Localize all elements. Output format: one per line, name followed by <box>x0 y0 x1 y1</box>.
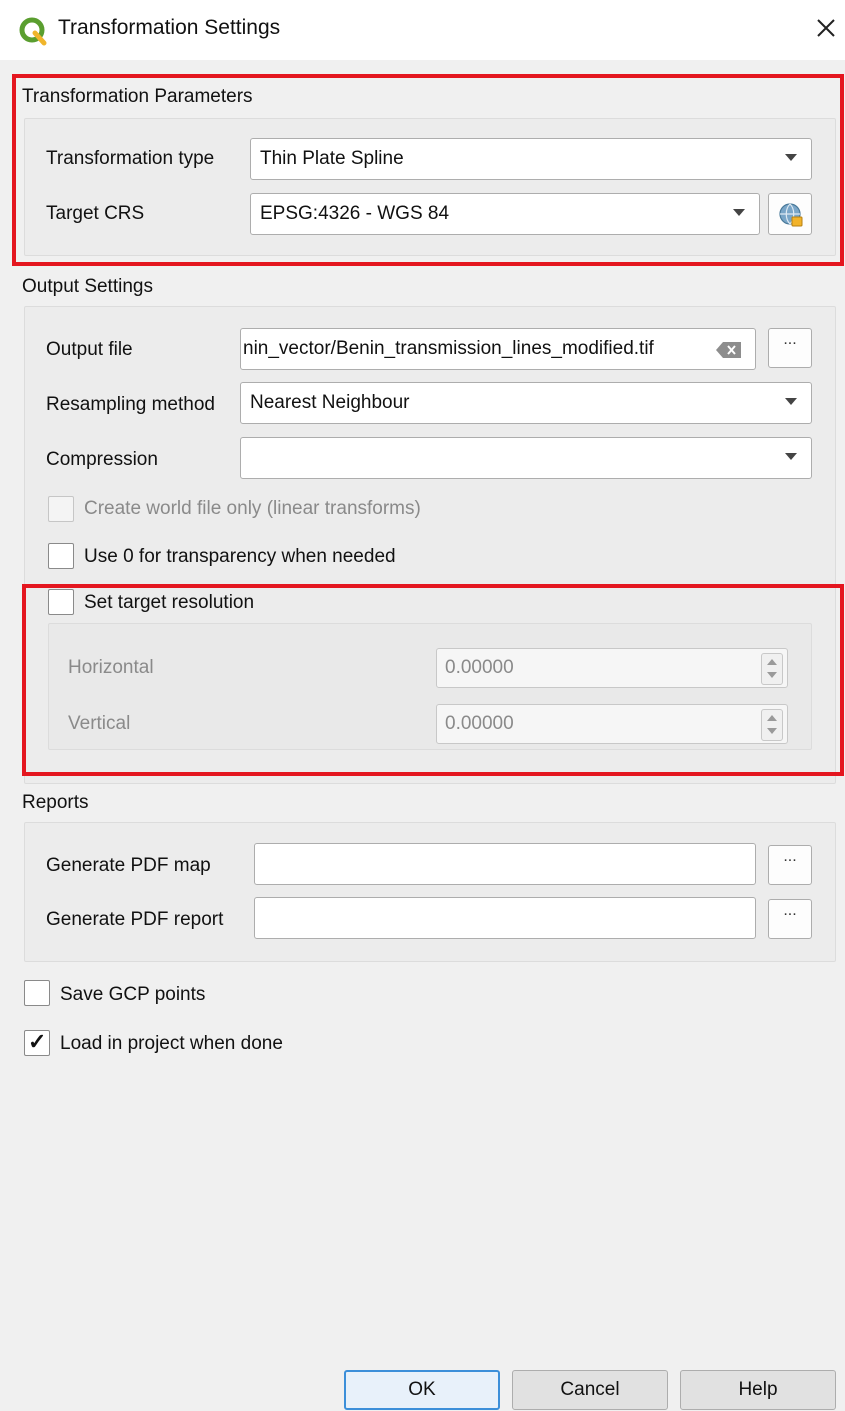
transformation-parameters-heading: Transformation Parameters <box>22 86 253 107</box>
vertical-label: Vertical <box>68 713 131 734</box>
target-resolution-checkbox[interactable] <box>48 589 74 615</box>
transformation-type-label: Transformation type <box>46 148 215 169</box>
resampling-method-select[interactable]: Nearest Neighbour <box>240 382 812 424</box>
horizontal-resolution-value: 0.00000 <box>445 657 514 678</box>
clear-text-icon[interactable] <box>715 341 743 359</box>
output-file-input[interactable]: nin_vector/Benin_transmission_lines_modi… <box>240 328 756 370</box>
horizontal-resolution-spinbox[interactable]: 0.00000 <box>436 648 788 688</box>
pdf-report-label: Generate PDF report <box>46 909 224 930</box>
target-resolution-label: Set target resolution <box>84 592 255 613</box>
chevron-down-icon <box>733 209 745 216</box>
browse-label: ... <box>783 902 797 919</box>
save-gcp-checkbox[interactable] <box>24 980 50 1006</box>
output-file-label: Output file <box>46 339 133 360</box>
qgis-logo-icon <box>19 17 47 46</box>
chevron-down-icon <box>785 154 797 161</box>
browse-label: ... <box>783 331 797 348</box>
reports-heading: Reports <box>22 792 89 813</box>
resampling-method-value: Nearest Neighbour <box>250 392 410 413</box>
window-title: Transformation Settings <box>58 16 281 39</box>
world-file-checkbox[interactable] <box>48 496 74 522</box>
transformation-type-select[interactable]: Thin Plate Spline <box>250 138 812 180</box>
load-project-label: Load in project when done <box>60 1033 283 1054</box>
pdf-map-label: Generate PDF map <box>46 855 211 876</box>
output-file-value: nin_vector/Benin_transmission_lines_modi… <box>243 338 654 359</box>
chevron-down-icon <box>785 453 797 460</box>
load-project-checkbox[interactable]: ✓ <box>24 1029 50 1056</box>
check-mark-icon: ✓ <box>28 1029 47 1054</box>
transparency-label: Use 0 for transparency when needed <box>84 546 396 567</box>
spinner-arrows-icon[interactable] <box>761 709 783 741</box>
chevron-down-icon <box>785 398 797 405</box>
globe-crs-icon <box>779 203 803 227</box>
close-icon[interactable] <box>808 10 844 46</box>
vertical-resolution-spinbox[interactable]: 0.00000 <box>436 704 788 744</box>
crs-selector-button[interactable] <box>768 193 812 235</box>
compression-label: Compression <box>46 449 158 470</box>
transparency-checkbox[interactable] <box>48 543 74 569</box>
horizontal-label: Horizontal <box>68 657 154 678</box>
browse-label: ... <box>783 848 797 865</box>
help-button[interactable]: Help <box>680 1370 836 1410</box>
save-gcp-label: Save GCP points <box>60 984 206 1005</box>
pdf-map-input[interactable] <box>254 843 756 885</box>
vertical-resolution-value: 0.00000 <box>445 713 514 734</box>
output-file-browse-button[interactable]: ... <box>768 328 812 368</box>
pdf-report-browse-button[interactable]: ... <box>768 899 812 939</box>
spinner-arrows-icon[interactable] <box>761 653 783 685</box>
pdf-report-input[interactable] <box>254 897 756 939</box>
world-file-label: Create world file only (linear transform… <box>84 498 421 519</box>
ok-button[interactable]: OK <box>344 1370 500 1410</box>
target-crs-select[interactable]: EPSG:4326 - WGS 84 <box>250 193 760 235</box>
resampling-method-label: Resampling method <box>46 394 215 415</box>
transformation-type-value: Thin Plate Spline <box>260 148 404 169</box>
output-settings-heading: Output Settings <box>22 276 153 297</box>
target-crs-label: Target CRS <box>46 203 145 224</box>
target-crs-value: EPSG:4326 - WGS 84 <box>260 203 450 224</box>
title-bar: Transformation Settings <box>0 0 845 60</box>
cancel-button[interactable]: Cancel <box>512 1370 668 1410</box>
compression-select[interactable] <box>240 437 812 479</box>
pdf-map-browse-button[interactable]: ... <box>768 845 812 885</box>
